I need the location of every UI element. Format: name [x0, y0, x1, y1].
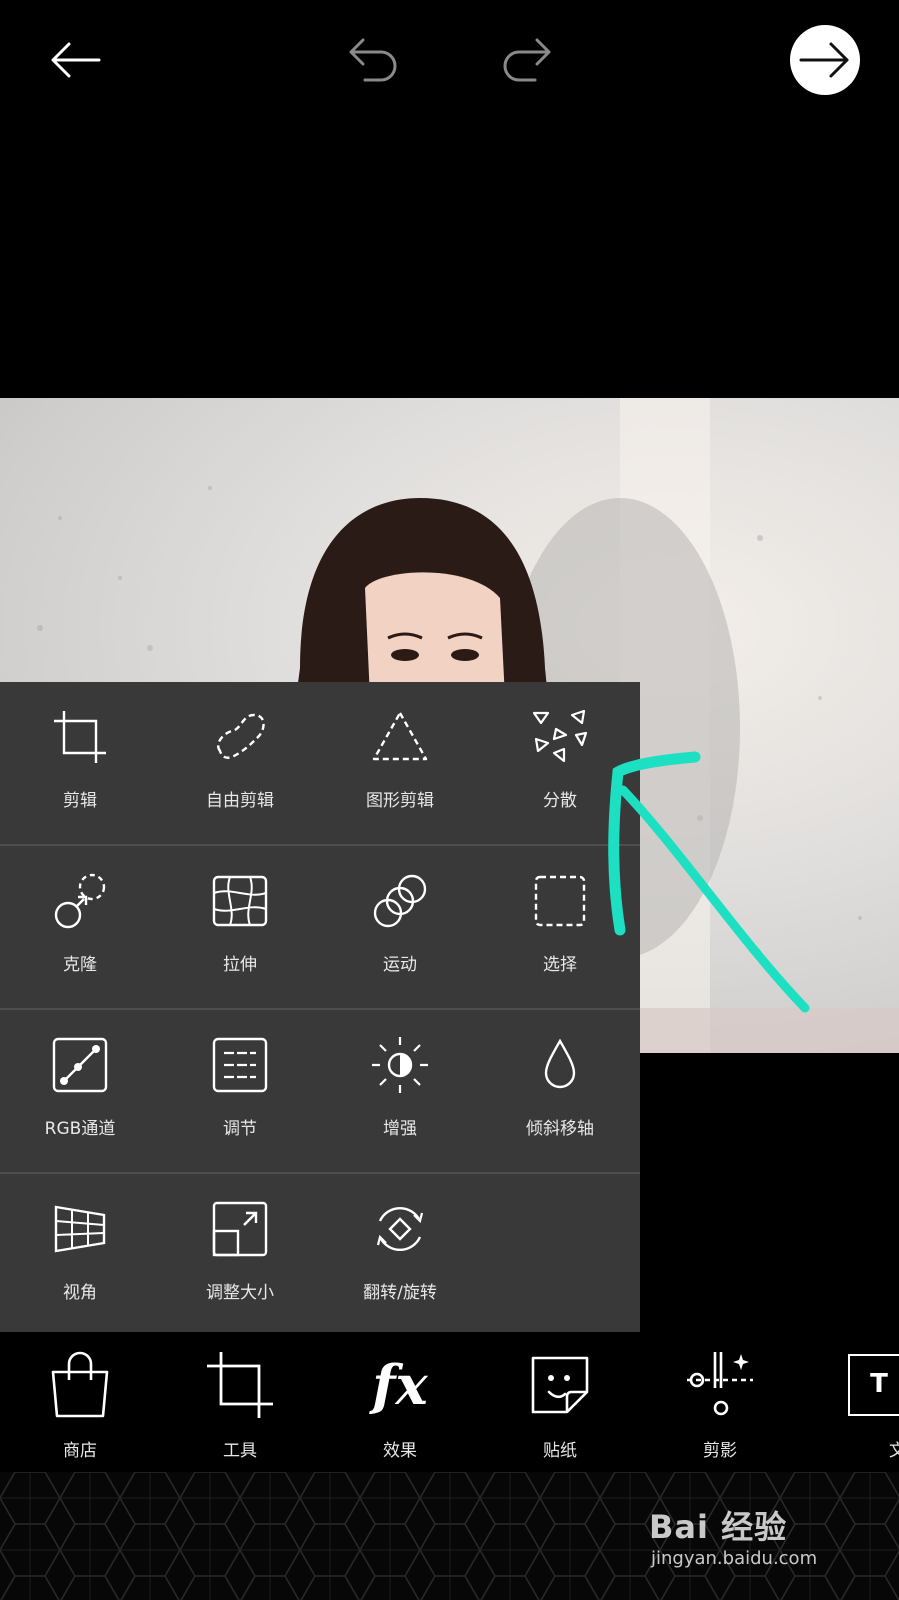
nav-cutout[interactable]: 剪影: [650, 1332, 790, 1472]
nav-stickers[interactable]: 贴纸: [490, 1332, 630, 1472]
bottom-nav: 商店 工具 fx 效果 贴纸 剪影 T 文本: [0, 1332, 899, 1472]
nav-tools[interactable]: 工具: [170, 1332, 310, 1472]
nav-text[interactable]: T 文本: [810, 1332, 899, 1472]
text-icon: T: [848, 1354, 899, 1416]
shopping-bag-icon: [51, 1351, 109, 1418]
sticker-icon: [531, 1356, 589, 1414]
crop-icon: [207, 1352, 273, 1418]
cutout-icon: [687, 1352, 753, 1416]
nav-effects[interactable]: fx 效果: [330, 1332, 470, 1472]
watermark-url: jingyan.baidu.com: [651, 1548, 818, 1569]
nav-shop[interactable]: 商店: [10, 1332, 150, 1472]
baidu-watermark: Bai 经验 jingyan.baidu.com: [649, 1502, 859, 1582]
fx-icon: fx: [372, 1353, 428, 1417]
watermark-logo: Bai 经验: [649, 1508, 788, 1546]
